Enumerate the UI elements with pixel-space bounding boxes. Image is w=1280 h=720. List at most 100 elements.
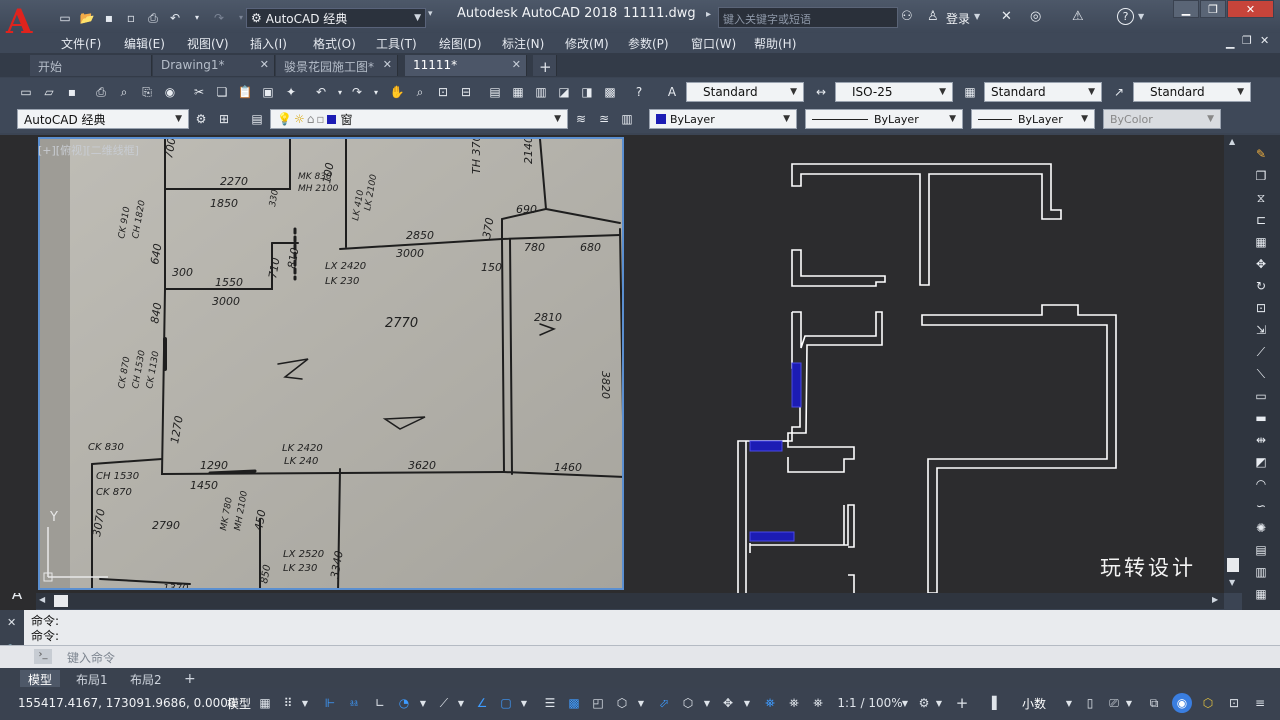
viewport-controls-label[interactable]: [+][俯视][二维线框] <box>38 142 139 158</box>
lock-ui-icon[interactable]: ⎚ <box>1106 693 1122 713</box>
color-dropdown[interactable]: ByLayer ▼ <box>649 109 797 129</box>
stretch-icon[interactable]: ⇲ <box>1252 321 1270 339</box>
filter-dropdown-icon[interactable]: ▼ <box>702 693 712 713</box>
dynamic-ucs-icon[interactable]: ⬀ <box>656 693 672 713</box>
osnap-dropdown-icon[interactable]: ▼ <box>519 693 529 713</box>
tab-drawing1[interactable]: Drawing1* ✕ <box>153 55 275 76</box>
erase-icon[interactable]: ✎ <box>1252 145 1270 163</box>
command-prompt-icon[interactable]: ›_ <box>34 649 52 664</box>
new-icon[interactable]: ▭ <box>56 9 74 27</box>
menu-edit[interactable]: 编辑(E) <box>124 33 187 53</box>
layer-state-icon[interactable]: ▥ <box>618 110 636 128</box>
mleader-style-dropdown[interactable]: Standard ▼ <box>1133 82 1251 102</box>
more-tools-icon[interactable]: ▦ <box>1252 585 1270 603</box>
selection-filter-icon[interactable]: ⬡ <box>680 693 696 713</box>
auto-scale-icon[interactable]: ⛯ <box>786 693 802 713</box>
app-store-icon[interactable]: ✕ <box>1001 9 1012 24</box>
menu-dimension[interactable]: 标注(N) <box>502 33 565 53</box>
minimize-button[interactable]: ▁ <box>1173 0 1199 18</box>
scale-dropdown-icon[interactable]: ▼ <box>900 693 910 713</box>
login-link[interactable]: 登录 <box>946 10 970 27</box>
close-icon[interactable]: ✕ <box>512 58 521 71</box>
dim-style-icon[interactable]: ↔ <box>812 83 830 101</box>
help-icon[interactable]: ? <box>1117 8 1134 25</box>
doc-close-icon[interactable]: ✕ <box>1260 34 1269 47</box>
fillet-icon[interactable]: ◠ <box>1252 475 1270 493</box>
menu-tools[interactable]: 工具(T) <box>376 33 439 53</box>
close-button[interactable]: ✕ <box>1227 0 1274 18</box>
dimension-icon[interactable]: ▤ <box>1252 541 1270 559</box>
markup-icon[interactable]: ◨ <box>578 83 596 101</box>
lineweight-dropdown[interactable]: ByLayer ▼ <box>971 109 1095 129</box>
copy-icon[interactable]: ❏ <box>213 83 231 101</box>
snap-icon[interactable]: ⠿ <box>280 693 296 713</box>
selection-cycling-icon[interactable]: ◰ <box>590 693 606 713</box>
menu-help[interactable]: 帮助(H) <box>754 33 817 53</box>
dim-style-dropdown[interactable]: ISO-25 ▼ <box>835 82 953 102</box>
undo-icon[interactable]: ↶ <box>312 83 330 101</box>
join-icon[interactable]: ⇹ <box>1252 431 1270 449</box>
array-icon[interactable]: ▦ <box>1252 233 1270 251</box>
save-icon[interactable]: ▪ <box>100 9 118 27</box>
scroll-thumb[interactable] <box>1227 558 1239 572</box>
scroll-left-icon[interactable]: ◀ <box>39 595 45 604</box>
scroll-down-icon[interactable]: ▼ <box>1229 578 1235 587</box>
infer-constraints-icon[interactable]: ⊩ <box>322 693 338 713</box>
annotation-monitor-icon[interactable]: + <box>954 693 970 713</box>
table-style-icon[interactable]: ▦ <box>961 83 979 101</box>
extend-icon[interactable]: ⟍ <box>1252 365 1270 383</box>
help-icon[interactable]: ? <box>630 83 648 101</box>
open-icon[interactable]: 📂 <box>78 9 96 27</box>
horizontal-scrollbar[interactable]: ◀ ▶ <box>36 593 1224 609</box>
doc-minimize-icon[interactable]: ▁ <box>1226 36 1234 49</box>
units-icon[interactable]: ▐ <box>984 693 1000 713</box>
menu-window[interactable]: 窗口(W) <box>691 33 754 53</box>
annotation-scale-icon[interactable]: ⛯ <box>810 693 826 713</box>
tab-11111[interactable]: 11111* ✕ <box>405 55 527 76</box>
explode-icon[interactable]: ✺ <box>1252 519 1270 537</box>
zoom-window-icon[interactable]: ⊡ <box>434 83 452 101</box>
design-center-icon[interactable]: ▦ <box>509 83 527 101</box>
save-icon[interactable]: ▪ <box>63 83 81 101</box>
block-editor-icon[interactable]: ✦ <box>282 83 300 101</box>
break-icon[interactable]: ▬ <box>1252 409 1270 427</box>
annotation-visibility-icon[interactable]: ⛯ <box>762 693 778 713</box>
isodraft-icon[interactable]: ⟋ <box>436 693 452 713</box>
user-icon[interactable]: ♙ <box>927 9 939 24</box>
redo-dropdown-icon[interactable]: ▾ <box>367 83 385 101</box>
menu-parametric[interactable]: 参数(P) <box>628 33 691 53</box>
object-snap-icon[interactable]: ▢ <box>498 693 514 713</box>
transparency-icon[interactable]: ▩ <box>566 693 582 713</box>
menu-file[interactable]: 文件(F) <box>61 33 124 53</box>
trim-icon[interactable]: ⟋ <box>1252 343 1270 361</box>
restore-button[interactable]: ❐ <box>1200 0 1226 18</box>
scale-icon[interactable]: ⊡ <box>1252 299 1270 317</box>
ortho-icon[interactable]: ∟ <box>372 693 388 713</box>
mleader-style-icon[interactable]: ↗ <box>1110 83 1128 101</box>
undo-icon[interactable]: ↶ <box>166 9 184 27</box>
layer-previous-icon[interactable]: ≊ <box>595 110 613 128</box>
cad-floor-plan[interactable] <box>626 135 1224 593</box>
add-layout-button[interactable]: + <box>176 670 204 687</box>
binoculars-icon[interactable]: ⚇ <box>901 9 913 24</box>
make-current-layer-icon[interactable]: ≋ <box>572 110 590 128</box>
new-tab-button[interactable]: + <box>533 55 557 76</box>
lock-ui-dropdown-icon[interactable]: ▼ <box>1124 693 1134 713</box>
polar-dropdown-icon[interactable]: ▼ <box>418 693 428 713</box>
tab-layout1[interactable]: 布局1 <box>68 670 116 687</box>
publish-icon[interactable]: ⎘ <box>138 83 156 101</box>
clean-screen-status-icon[interactable]: ⬡ <box>1200 693 1216 713</box>
help-dropdown-icon[interactable]: ▼ <box>1138 12 1144 21</box>
workspace-switch-icon[interactable]: ⚙ <box>916 693 932 713</box>
search-expand-icon[interactable]: ▸ <box>706 9 711 20</box>
hardware-acceleration-icon[interactable]: ◉ <box>1172 693 1192 713</box>
fullscreen-icon[interactable]: ⊡ <box>1226 693 1242 713</box>
redo-icon[interactable]: ↷ <box>348 83 366 101</box>
scanned-sketch-image[interactable]: 700 2270 1850 MK 830 MH 2100 100 LK 410 … <box>38 137 624 590</box>
3d-print-icon[interactable]: ◉ <box>161 83 179 101</box>
text-style-icon[interactable]: A <box>663 83 681 101</box>
table-style-dropdown[interactable]: Standard ▼ <box>984 82 1102 102</box>
window-blocks[interactable] <box>749 362 802 542</box>
layer-properties-icon[interactable]: ▤ <box>248 110 266 128</box>
cut-icon[interactable]: ✂ <box>190 83 208 101</box>
